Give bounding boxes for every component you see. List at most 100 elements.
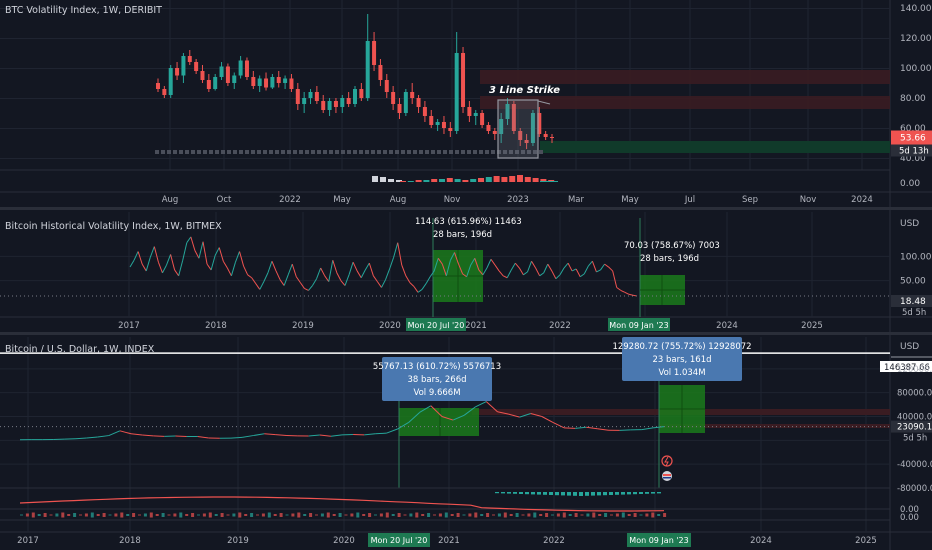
dotted-marker (161, 150, 165, 154)
candle-body (225, 66, 230, 83)
x-tick-label: 2021 (465, 321, 487, 331)
dotted-marker (443, 150, 447, 154)
histogram-bar (509, 514, 513, 516)
volume-bar (493, 176, 500, 182)
candle-body (283, 78, 288, 83)
volume-bar (462, 180, 469, 182)
pane-separator (0, 207, 932, 210)
histogram-bar (155, 514, 159, 516)
histogram-bar (521, 514, 525, 516)
volume-bar (454, 179, 461, 182)
y-tick-label: 100.00 (900, 64, 932, 74)
x-tick-label: 2018 (119, 536, 141, 546)
candle-body (181, 56, 186, 76)
measure-label: Vol 1.034M (658, 368, 705, 378)
x-tick-label: 2019 (292, 321, 314, 331)
volume-bar (509, 176, 516, 182)
candle-body (467, 107, 472, 116)
histogram-bar (31, 512, 35, 518)
candle-body (276, 77, 281, 83)
dotted-marker (233, 150, 237, 154)
chart-title: Bitcoin Historical Volatility Index, 1W,… (5, 221, 222, 232)
y-tick-label: 80000.00 (897, 389, 932, 399)
oscillator-bar (615, 492, 619, 495)
candle-body (175, 68, 180, 76)
oscillator-bar (657, 492, 661, 494)
date-tag-label: Mon 20 Jul '20 (371, 536, 428, 545)
measure-label: 114.63 (615.96%) 11463 (415, 217, 522, 227)
dotted-marker (455, 150, 459, 154)
x-tick-label: Jul (684, 195, 695, 205)
histogram-bar (332, 514, 336, 516)
histogram-bar (61, 512, 65, 518)
histogram-bar (610, 514, 613, 516)
candle-body (543, 134, 548, 137)
dotted-marker (221, 150, 225, 154)
candle-body (353, 89, 357, 104)
candle-body (416, 98, 421, 107)
dotted-marker (245, 150, 249, 154)
histogram-bar (421, 514, 425, 516)
y-unit-label: USD (900, 219, 919, 229)
measure-label: 38 bars, 266d (407, 375, 466, 385)
dotted-marker (419, 150, 423, 154)
y-tick-label: 120000.00 (897, 365, 932, 375)
dotted-marker (395, 150, 399, 154)
oscillator-bar (645, 492, 649, 494)
histogram-bar (615, 513, 619, 517)
candle-body (480, 113, 485, 125)
histogram-bar (55, 513, 59, 517)
dotted-marker (305, 150, 309, 154)
x-tick-label: 2025 (801, 321, 823, 331)
histogram-bar (438, 513, 442, 517)
dotted-marker (359, 150, 363, 154)
x-tick-label: Oct (217, 195, 232, 205)
candle-body (435, 122, 440, 125)
volume-bar (446, 178, 453, 182)
x-tick-label: Nov (800, 195, 817, 205)
candle-body (448, 128, 453, 131)
histogram-bar (315, 514, 318, 516)
x-tick-label: 2020 (379, 321, 401, 331)
dotted-marker (185, 150, 189, 154)
y-tick-label: 80.00 (900, 94, 926, 104)
histogram-bar (391, 514, 395, 516)
dotted-marker (479, 150, 483, 154)
measure-label: 129280.72 (755.72%) 12928072 (612, 342, 751, 352)
dotted-marker (173, 150, 177, 154)
oscillator-bar (573, 492, 577, 496)
dotted-marker (425, 150, 429, 154)
candle-body (251, 77, 256, 86)
candle-body (302, 98, 307, 104)
y-unit-label: USD (900, 342, 919, 352)
histogram-bar (385, 512, 389, 518)
dotted-marker (539, 150, 543, 154)
oscillator-bar (633, 492, 637, 495)
chart-canvas: 3 Line Strike BTC Volatility Index, 1W, D… (0, 0, 932, 550)
oscillator-bar (651, 492, 655, 494)
histogram-bar (126, 514, 130, 516)
demand-zone (540, 141, 890, 153)
candle-body (238, 60, 243, 76)
histogram-bar (320, 513, 324, 517)
histogram-bar (37, 514, 41, 516)
x-tick-label: 2017 (118, 321, 140, 331)
candle-body (461, 53, 466, 107)
histogram-bar (244, 514, 248, 516)
histogram-bar (102, 513, 106, 517)
histogram-bar (403, 514, 407, 516)
countdown-label: 5d 5h (902, 308, 926, 318)
histogram-bar (527, 513, 531, 517)
histogram-bar (43, 513, 47, 517)
candle-body (244, 60, 249, 77)
x-tick-label: Mar (568, 195, 585, 205)
volume-bar (470, 179, 477, 182)
histogram-bar (486, 513, 490, 517)
y-tick-label: -80000.00 (897, 484, 932, 494)
dotted-marker (287, 150, 291, 154)
volume-bar (532, 178, 539, 182)
histogram-bar (303, 514, 307, 516)
candle-body (270, 77, 275, 88)
oscillator-bar (561, 492, 565, 496)
candle-body (365, 41, 370, 98)
